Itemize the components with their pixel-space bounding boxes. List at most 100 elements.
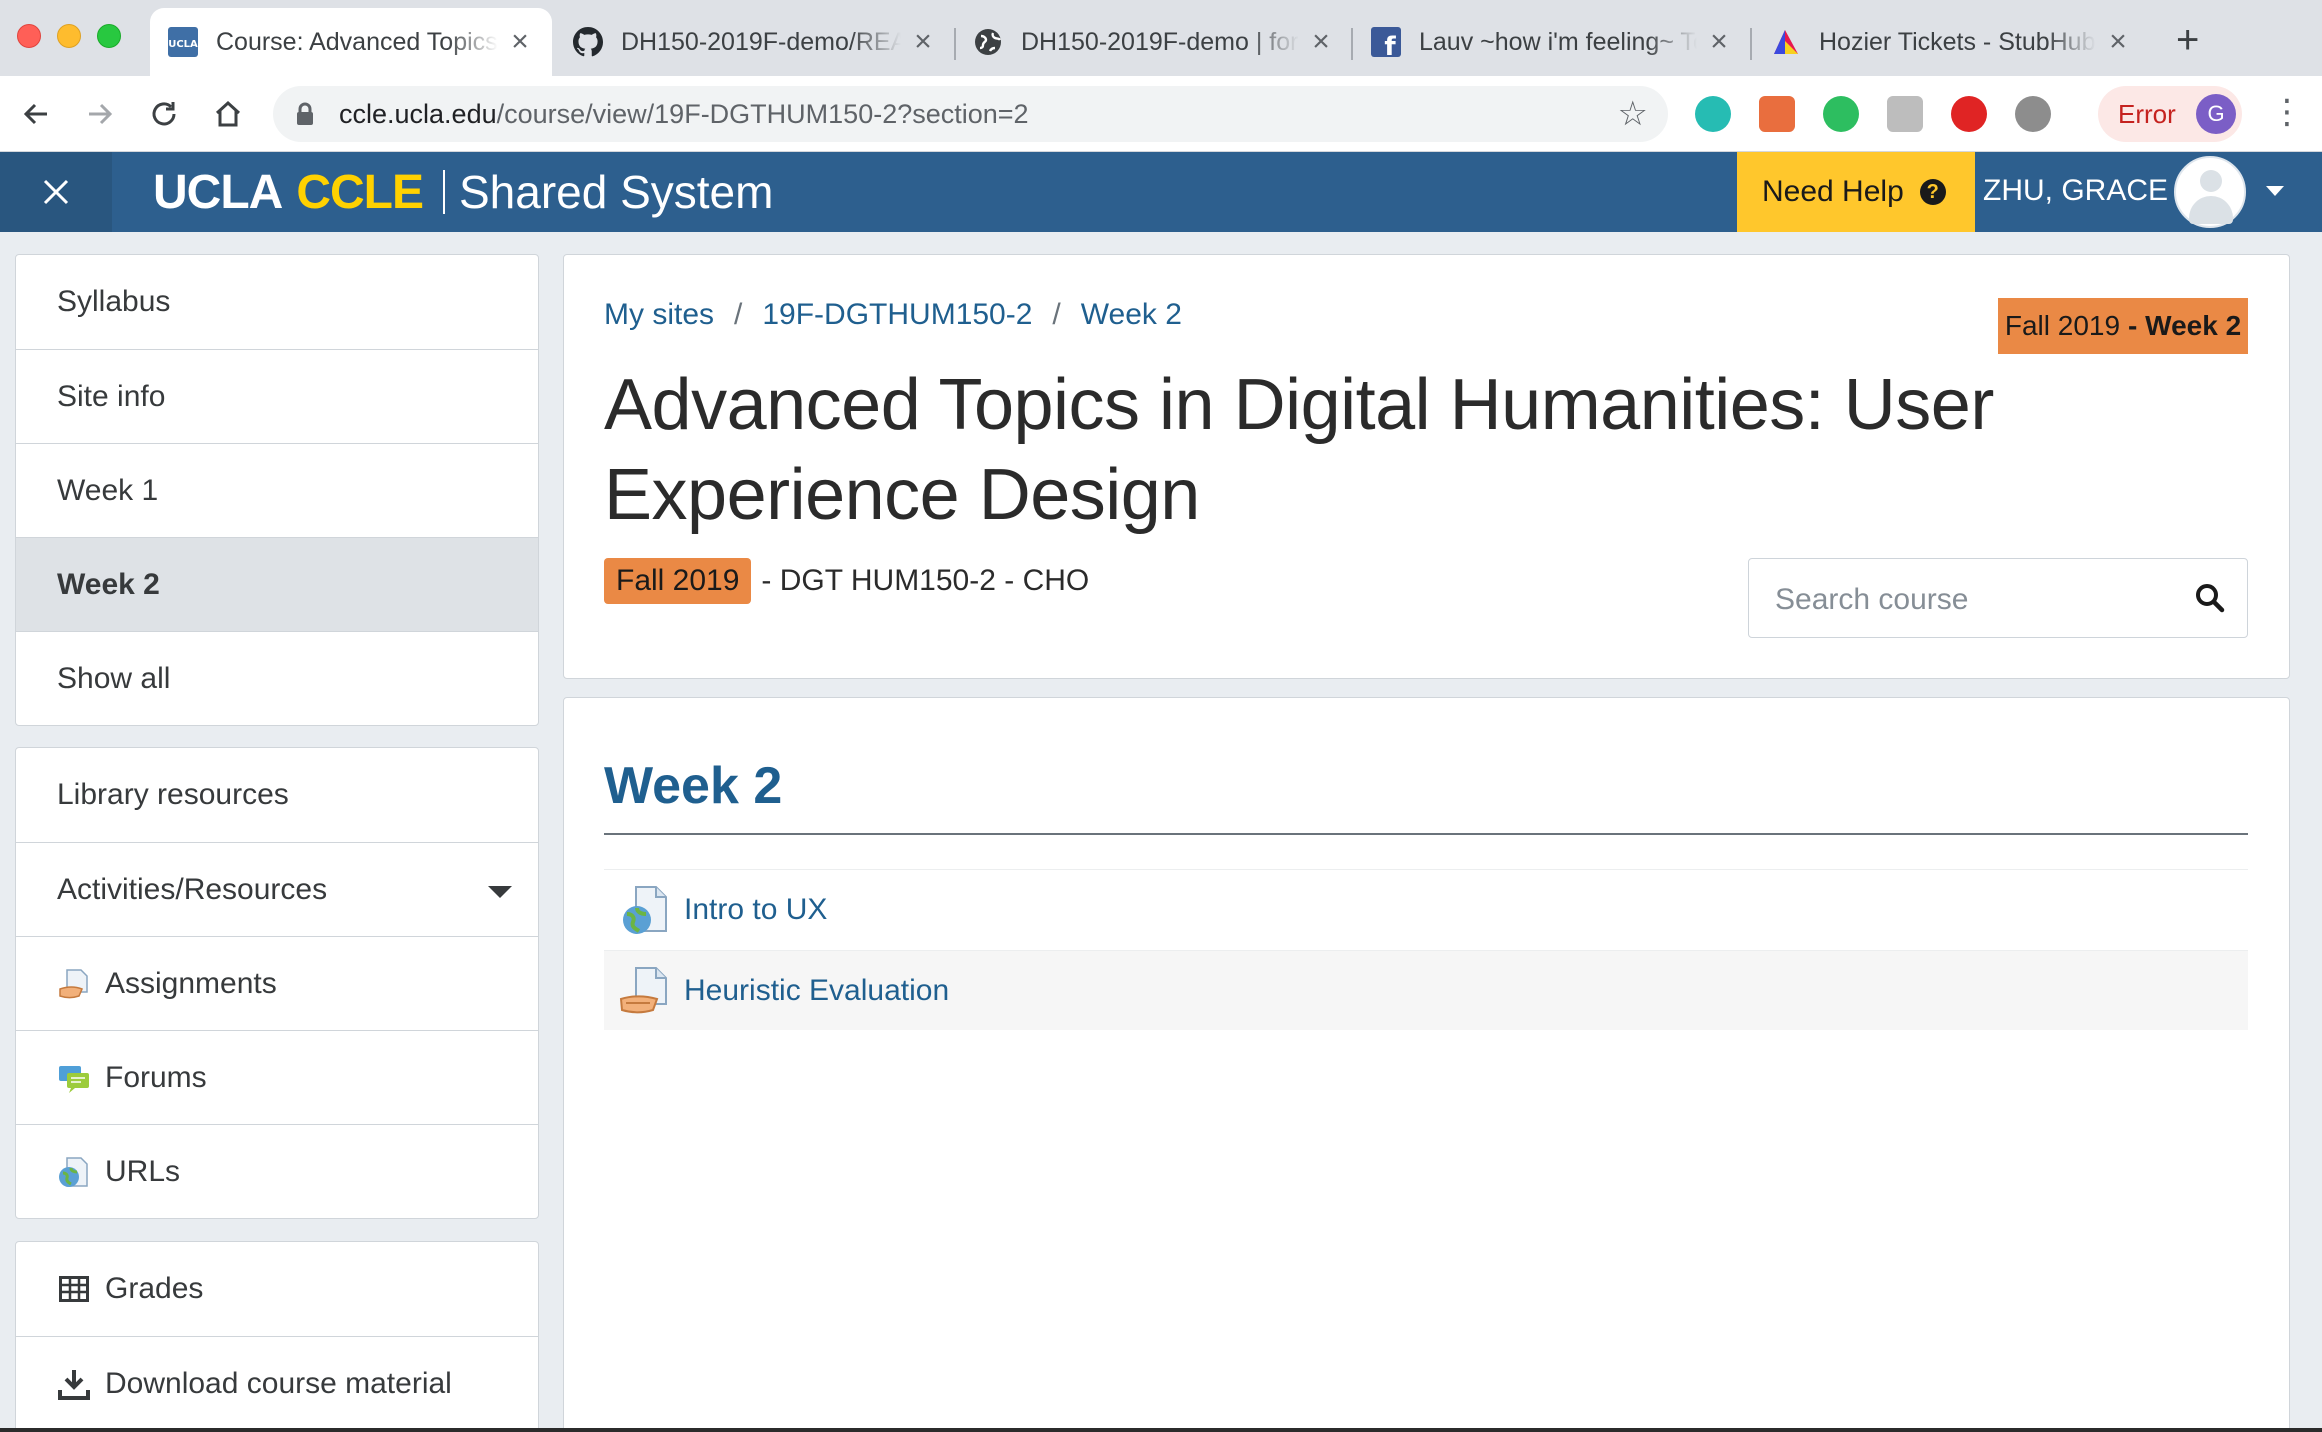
breadcrumb-course[interactable]: 19F-DGTHUM150-2 [762, 298, 1032, 332]
back-button[interactable] [14, 92, 58, 136]
address-bar[interactable]: ccle.ucla.edu/course/view/19F-DGTHUM150-… [273, 86, 1668, 142]
sidebar-resources-nav: Library resources Activities/Resources A… [15, 747, 539, 1219]
user-name[interactable]: ZHU, GRACE [1983, 174, 2168, 208]
browser-menu-icon[interactable]: ⋮ [2270, 92, 2304, 132]
course-code: - DGT HUM150-2 - CHO [761, 564, 1090, 597]
tab-close-icon[interactable]: × [2104, 25, 2132, 59]
sidebar-item-assignments[interactable]: Assignments [16, 936, 538, 1030]
profile-error-button[interactable]: Error G [2098, 86, 2242, 142]
forward-button[interactable] [78, 92, 122, 136]
term-badge: Fall 2019 [604, 558, 752, 604]
sidebar-item-activities-resources[interactable]: Activities/Resources [16, 842, 538, 936]
sidebar-item-week-1[interactable]: Week 1 [16, 443, 538, 537]
browser-tab[interactable]: f Lauv ~how i'm feeling~ Tour × [1353, 8, 1751, 76]
activity-heuristic-evaluation[interactable]: Heuristic Evaluation [604, 950, 2248, 1030]
window-bottom-edge [0, 1428, 2322, 1432]
extension-grey-icon[interactable] [1887, 96, 1923, 132]
tab-close-icon[interactable]: × [1705, 25, 1733, 59]
github-icon [573, 27, 603, 57]
sidebar-item-label: Grades [105, 1272, 204, 1305]
sidebar-item-syllabus[interactable]: Syllabus [16, 255, 538, 349]
close-icon [43, 179, 69, 205]
site-logo[interactable]: UCLA CCLE Shared System [153, 164, 773, 220]
tab-separator [1750, 28, 1752, 60]
sidebar-item-show-all[interactable]: Show all [16, 631, 538, 725]
activity-label[interactable]: Heuristic Evaluation [684, 974, 949, 1008]
browser-tab-active[interactable]: UCLA Course: Advanced Topics in Digital … [150, 8, 552, 76]
search-placeholder: Search course [1775, 583, 1969, 616]
facebook-icon: f [1371, 27, 1401, 57]
activity-label[interactable]: Intro to UX [684, 893, 827, 927]
extension-office-icon[interactable] [1759, 96, 1795, 132]
assignment-icon [618, 965, 670, 1017]
user-menu-caret-icon[interactable] [2266, 186, 2284, 196]
adblock-icon[interactable] [1951, 96, 1987, 132]
sidebar-item-label: Assignments [105, 966, 277, 1000]
tab-title: DH150-2019F-demo/README.md [621, 27, 901, 56]
brand-ucla: UCLA [153, 165, 283, 219]
ucla-favicon-text: UCLA [168, 39, 198, 50]
home-button[interactable] [206, 92, 250, 136]
term-badge-term: Fall 2019 [2004, 310, 2121, 341]
sidebar-item-site-info[interactable]: Site info [16, 349, 538, 443]
bookmark-star-icon[interactable]: ☆ [1618, 94, 1648, 134]
avatar-head [2200, 170, 2222, 192]
window-close-button[interactable] [17, 24, 41, 48]
sidebar-course-nav: Syllabus Site info Week 1 Week 2 Show al… [15, 254, 539, 726]
sidebar-tools-nav: Grades Download course material [15, 1241, 539, 1432]
ucla-favicon-icon: UCLA [168, 27, 198, 57]
tab-close-icon[interactable]: × [909, 25, 937, 59]
sidebar-item-forums[interactable]: Forums [16, 1030, 538, 1124]
page-title: Advanced Topics in Digital Humanities: U… [604, 365, 1994, 535]
forward-arrow-icon [89, 103, 113, 125]
sidebar-item-library-resources[interactable]: Library resources [16, 748, 538, 842]
reload-button[interactable] [142, 92, 186, 136]
chevron-down-icon [488, 886, 512, 898]
home-icon [215, 100, 241, 127]
sidebar-item-week-2[interactable]: Week 2 [16, 537, 538, 631]
new-tab-button[interactable]: + [2176, 18, 2199, 63]
breadcrumb-week-2[interactable]: Week 2 [1081, 298, 1182, 332]
extension-paw-icon[interactable] [2015, 96, 2051, 132]
error-label: Error [2118, 99, 2176, 129]
sidebar-item-label: Activities/Resources [57, 872, 328, 906]
sidebar-item-download-course-material[interactable]: Download course material [16, 1336, 538, 1430]
sidebar-item-label: URLs [105, 1154, 181, 1188]
back-arrow-icon [23, 103, 47, 125]
assignment-icon [57, 967, 91, 1001]
browser-tab[interactable]: DH150-2019F-demo | for DH150 × [955, 8, 1353, 76]
brand-divider [442, 170, 445, 214]
browser-tab[interactable]: DH150-2019F-demo/README.md × [555, 8, 955, 76]
svg-text:f: f [1384, 32, 1396, 57]
sidebar-item-urls[interactable]: URLs [16, 1124, 538, 1218]
breadcrumb-separator: / [734, 298, 743, 331]
close-drawer-button[interactable] [0, 152, 112, 232]
extension-m-icon[interactable] [1695, 96, 1731, 132]
browser-toolbar: ccle.ucla.edu/course/view/19F-DGTHUM150-… [0, 76, 2322, 152]
section-title[interactable]: Week 2 [604, 756, 782, 816]
url-text[interactable]: ccle.ucla.edu/course/view/19F-DGTHUM150-… [339, 99, 1029, 130]
tab-close-icon[interactable]: × [506, 25, 534, 59]
site-header: UCLA CCLE Shared System Need Help ? ZHU,… [0, 152, 2322, 232]
search-course-input[interactable]: Search course [1748, 558, 2248, 638]
activity-intro-to-ux[interactable]: Intro to UX [604, 869, 2248, 949]
lock-icon [295, 102, 315, 131]
help-question-icon: ? [1919, 179, 1946, 205]
tab-close-icon[interactable]: × [1307, 25, 1335, 59]
url-icon [57, 1155, 91, 1189]
window-minimize-button[interactable] [57, 24, 81, 48]
search-icon[interactable] [2195, 583, 2225, 618]
breadcrumb-my-sites[interactable]: My sites [604, 298, 714, 332]
window-zoom-button[interactable] [97, 24, 121, 48]
tab-title: Hozier Tickets - StubHub [1819, 27, 2096, 56]
breadcrumb: My sites / 19F-DGTHUM150-2 / Week 2 [604, 298, 1182, 332]
globe-icon [973, 27, 1003, 57]
evernote-icon[interactable] [1823, 96, 1859, 132]
sidebar-item-grades[interactable]: Grades [16, 1242, 538, 1336]
download-icon [57, 1367, 91, 1401]
tab-title: Course: Advanced Topics in Digital Human… [216, 27, 498, 56]
user-avatar[interactable] [2174, 156, 2246, 228]
browser-tab[interactable]: Hozier Tickets - StubHub × [1753, 8, 2150, 76]
forum-icon [57, 1061, 91, 1095]
need-help-button[interactable]: Need Help ? [1737, 152, 1975, 232]
